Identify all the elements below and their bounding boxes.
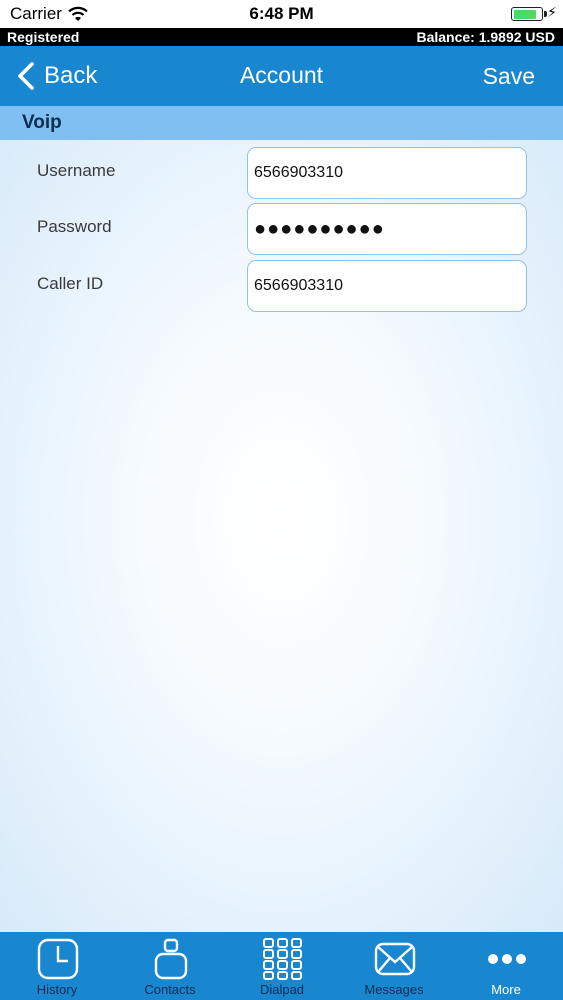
tab-bar: History Contacts Dialpad Messages More: [0, 932, 563, 1000]
dialpad-icon: [263, 938, 302, 980]
caller-id-label: Caller ID: [37, 274, 104, 293]
caller-id-row: Caller ID: [0, 260, 563, 312]
battery-icon: [511, 7, 547, 21]
navigation-bar: Back Account Save: [0, 46, 563, 106]
username-row: Username: [0, 147, 563, 199]
back-button[interactable]: Back: [16, 60, 97, 92]
charging-icon: ⚡: [547, 4, 557, 20]
section-header-voip: Voip: [0, 106, 563, 140]
tab-more-label: More: [491, 982, 521, 997]
save-button[interactable]: Save: [483, 63, 535, 90]
tab-more[interactable]: More: [450, 932, 562, 1000]
envelope-icon: [374, 942, 416, 976]
username-field[interactable]: [247, 147, 527, 199]
back-button-label: Back: [44, 62, 98, 89]
status-bar: Carrier 6:48 PM ⚡: [0, 0, 563, 28]
tab-dialpad[interactable]: Dialpad: [226, 932, 338, 1000]
more-dots-icon: [488, 954, 526, 964]
username-label: Username: [37, 161, 116, 180]
registration-status: Registered: [7, 29, 80, 45]
person-icon: [154, 938, 188, 980]
tab-history-label: History: [36, 982, 78, 997]
tab-messages-label: Messages: [364, 982, 424, 997]
tab-dialpad-label: Dialpad: [259, 982, 305, 997]
chevron-left-icon: [18, 62, 34, 90]
password-field[interactable]: [247, 203, 527, 255]
balance-label: Balance: 1.9892 USD: [416, 29, 555, 45]
tab-messages[interactable]: Messages: [338, 932, 450, 1000]
battery-level: [513, 9, 537, 19]
registration-bar: Registered Balance: 1.9892 USD: [0, 28, 563, 46]
password-row: Password: [0, 203, 563, 255]
tab-contacts-label: Contacts: [144, 982, 196, 997]
password-label: Password: [37, 217, 112, 236]
account-form: Voip Username Password Caller ID: [0, 106, 563, 932]
caller-id-field[interactable]: [247, 260, 527, 312]
tab-history[interactable]: History: [1, 932, 113, 1000]
clock-time: 6:48 PM: [249, 4, 314, 23]
tab-contacts[interactable]: Contacts: [114, 932, 226, 1000]
clock-icon: [37, 938, 79, 980]
